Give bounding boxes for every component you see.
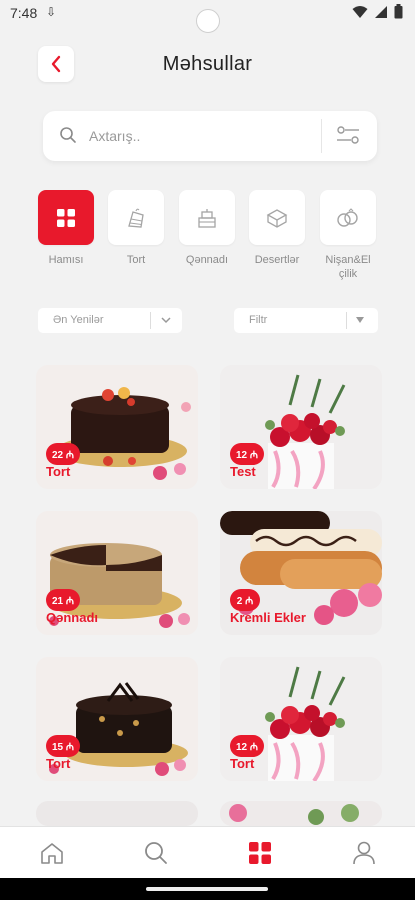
nav-profile[interactable] (350, 839, 378, 867)
wifi-icon (352, 5, 368, 18)
layer-cake-icon (198, 208, 216, 228)
category-all[interactable]: Hamısı (38, 190, 94, 267)
price-badge: 12 ₼ (230, 443, 265, 465)
category-label: Nişan&El çilik (325, 254, 371, 280)
product-card[interactable]: 22 ₼ Tort (36, 365, 198, 489)
nav-search[interactable] (142, 839, 170, 867)
page-title: Məhsullar (162, 53, 253, 75)
filter-dropdown[interactable]: Filtr (234, 308, 378, 333)
dropdown-divider (150, 312, 151, 329)
product-name: Tort (46, 756, 71, 771)
sort-label: Ən Yenilər (53, 314, 104, 326)
product-card[interactable]: 21 ₼ Qənnadı (36, 511, 198, 635)
product-card[interactable]: 15 ₼ Tort (36, 657, 198, 781)
product-card[interactable] (220, 801, 382, 826)
product-card[interactable]: 2 ₼ Kremli Ekler (220, 511, 382, 635)
category-label: Desertlər (254, 254, 300, 266)
grid-icon (57, 208, 75, 227)
home-indicator[interactable] (146, 887, 268, 891)
search-icon (145, 842, 167, 864)
status-time: 7:48 (10, 5, 38, 21)
category-label: Hamısı (48, 254, 84, 266)
status-bar: 7:48 ⇩ (0, 0, 415, 33)
chevron-down-icon (161, 317, 171, 324)
product-image (229, 804, 359, 825)
price-badge: 15 ₼ (46, 735, 81, 757)
search-icon (60, 127, 76, 143)
product-name: Kremli Ekler (230, 610, 306, 625)
search-input[interactable]: Axtarış.. (89, 128, 140, 144)
dessert-box-icon (266, 208, 288, 228)
product-card[interactable]: 12 ₼ Test (220, 365, 382, 489)
price-badge: 22 ₼ (46, 443, 81, 465)
category-label: Tort (126, 254, 146, 266)
search-bar[interactable]: Axtarış.. (43, 111, 377, 161)
product-card[interactable] (36, 801, 198, 826)
price-badge: 2 ₼ (230, 589, 260, 611)
camera-cutout (196, 9, 220, 33)
bottom-navigation (0, 826, 415, 878)
system-navigation-bar (0, 878, 415, 900)
price-badge: 12 ₼ (230, 735, 265, 757)
nav-home[interactable] (38, 839, 66, 867)
category-engagement[interactable]: Nişan&El çilik (320, 190, 376, 281)
category-cake[interactable]: Tort (108, 190, 164, 267)
category-confectionery[interactable]: Qənnadı (179, 190, 235, 267)
price-badge: 21 ₼ (46, 589, 81, 611)
sort-dropdown[interactable]: Ən Yenilər (38, 308, 182, 333)
dropdown-divider (346, 312, 347, 329)
product-name: Tort (46, 464, 71, 479)
download-icon: ⇩ (46, 5, 57, 19)
grid-icon (249, 842, 271, 864)
filter-settings-icon[interactable] (335, 124, 361, 146)
product-name: Qənnadı (46, 610, 99, 625)
cake-slice-icon (128, 208, 144, 228)
category-label: Qənnadı (185, 254, 229, 266)
signal-icon (375, 5, 387, 18)
category-desserts[interactable]: Desertlər (249, 190, 305, 267)
caret-down-icon (356, 317, 364, 323)
profile-icon (353, 841, 375, 865)
product-name: Test (230, 464, 256, 479)
search-divider (321, 119, 322, 153)
battery-icon (394, 4, 403, 19)
product-card[interactable]: 12 ₼ Tort (220, 657, 382, 781)
product-name: Tort (230, 756, 255, 771)
filter-label: Filtr (249, 314, 268, 326)
home-icon (41, 843, 63, 864)
nav-categories[interactable] (246, 839, 274, 867)
rings-icon (337, 207, 358, 227)
